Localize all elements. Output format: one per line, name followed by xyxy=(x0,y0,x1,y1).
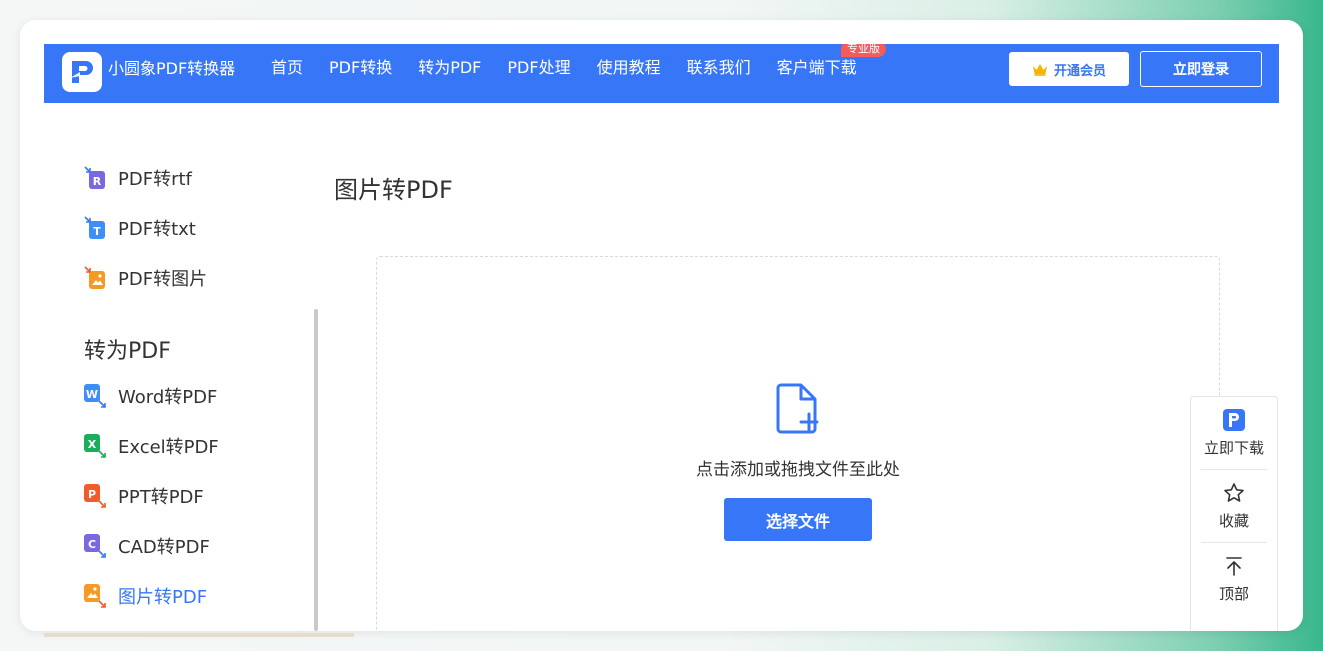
page: 小圆象PDF转换器 首页 PDF转换 转为PDF PDF处理 使用教程 联系我们… xyxy=(44,44,1279,631)
txt-file-icon: T xyxy=(84,216,105,239)
vip-button[interactable]: 开通会员 xyxy=(1009,52,1129,86)
sidebar-item-label: 图片转PDF xyxy=(118,587,208,608)
nav-client-download[interactable]: 客户端下载 xyxy=(777,57,857,79)
sidebar-item-label: PPT转PDF xyxy=(118,487,204,508)
page-title: 图片转PDF xyxy=(334,176,453,204)
nav-pdf-process[interactable]: PDF处理 xyxy=(507,57,570,79)
download-now-button[interactable]: 立即下载 xyxy=(1191,409,1277,458)
sidebar-item-label: PDF转图片 xyxy=(118,269,208,290)
sidebar-item-excel-to-pdf[interactable]: X Excel转PDF xyxy=(84,433,219,459)
sidebar-item-label: Excel转PDF xyxy=(118,437,219,458)
brand-name[interactable]: 小圆象PDF转换器 xyxy=(108,59,235,79)
divider xyxy=(1201,542,1267,543)
sidebar-scrollbar[interactable] xyxy=(314,309,318,631)
bottom-accent-line xyxy=(44,633,354,637)
download-now-label: 立即下载 xyxy=(1203,439,1264,457)
main-nav: 首页 PDF转换 转为PDF PDF处理 使用教程 联系我们 客户端下载 xyxy=(271,57,883,79)
select-file-button[interactable]: 选择文件 xyxy=(724,498,872,541)
back-to-top-label: 顶部 xyxy=(1218,585,1249,603)
sidebar-item-label: PDF转txt xyxy=(118,219,196,240)
image-file-icon xyxy=(84,584,106,608)
nav-tutorial[interactable]: 使用教程 xyxy=(597,57,661,79)
app-logo-icon xyxy=(1223,409,1245,431)
sidebar-item-label: Word转PDF xyxy=(118,387,218,408)
dropzone-hint: 点击添加或拖拽文件至此处 xyxy=(696,460,900,480)
back-to-top-button[interactable]: 顶部 xyxy=(1191,555,1277,604)
nav-home[interactable]: 首页 xyxy=(271,57,303,79)
nav-contact[interactable]: 联系我们 xyxy=(687,57,751,79)
sidebar-item-pdf-to-rtf[interactable]: R PDF转rtf xyxy=(84,165,192,191)
sidebar: R PDF转rtf T PDF转txt PDF转图片 转为PDF W Word转… xyxy=(44,103,324,631)
cad-file-icon: C xyxy=(84,534,106,558)
sidebar-item-label: CAD转PDF xyxy=(118,537,210,558)
svg-text:R: R xyxy=(93,175,102,188)
top-navbar: 小圆象PDF转换器 首页 PDF转换 转为PDF PDF处理 使用教程 联系我们… xyxy=(44,44,1279,103)
svg-text:T: T xyxy=(93,225,101,238)
star-icon xyxy=(1224,483,1244,502)
login-button[interactable]: 立即登录 xyxy=(1140,51,1262,87)
svg-text:W: W xyxy=(86,388,98,401)
sidebar-item-pdf-to-txt[interactable]: T PDF转txt xyxy=(84,215,196,241)
ppt-file-icon: P xyxy=(84,484,106,508)
arrow-up-icon xyxy=(1226,557,1242,576)
floating-toolbar: 立即下载 收藏 顶部 xyxy=(1190,396,1278,631)
file-add-icon xyxy=(776,383,819,434)
divider xyxy=(1201,469,1267,470)
image-file-icon xyxy=(84,266,105,289)
favorite-button[interactable]: 收藏 xyxy=(1191,482,1277,531)
sidebar-item-cad-to-pdf[interactable]: C CAD转PDF xyxy=(84,533,210,559)
vip-label: 开通会员 xyxy=(1053,63,1106,79)
sidebar-section-heading: 转为PDF xyxy=(84,339,171,364)
sidebar-item-pdf-to-image[interactable]: PDF转图片 xyxy=(84,265,207,291)
app-frame: 小圆象PDF转换器 首页 PDF转换 转为PDF PDF处理 使用教程 联系我们… xyxy=(20,20,1303,631)
nav-pdf-convert[interactable]: PDF转换 xyxy=(329,57,392,79)
sidebar-item-image-to-pdf[interactable]: 图片转PDF xyxy=(84,583,207,609)
svg-text:P: P xyxy=(88,488,96,501)
pro-badge: 专业版 xyxy=(841,44,886,57)
file-dropzone[interactable]: 点击添加或拖拽文件至此处 选择文件 xyxy=(376,256,1220,631)
sidebar-item-ppt-to-pdf[interactable]: P PPT转PDF xyxy=(84,483,204,509)
excel-file-icon: X xyxy=(84,434,106,458)
rtf-file-icon: R xyxy=(84,166,105,189)
favorite-label: 收藏 xyxy=(1218,512,1249,530)
logo-icon xyxy=(70,61,93,83)
word-file-icon: W xyxy=(84,384,106,408)
sidebar-item-label: PDF转rtf xyxy=(118,169,192,190)
svg-text:X: X xyxy=(88,438,97,451)
logo[interactable] xyxy=(62,52,102,92)
svg-text:C: C xyxy=(88,538,96,551)
nav-to-pdf[interactable]: 转为PDF xyxy=(418,57,481,79)
crown-icon xyxy=(1032,63,1047,76)
sidebar-item-word-to-pdf[interactable]: W Word转PDF xyxy=(84,383,217,409)
